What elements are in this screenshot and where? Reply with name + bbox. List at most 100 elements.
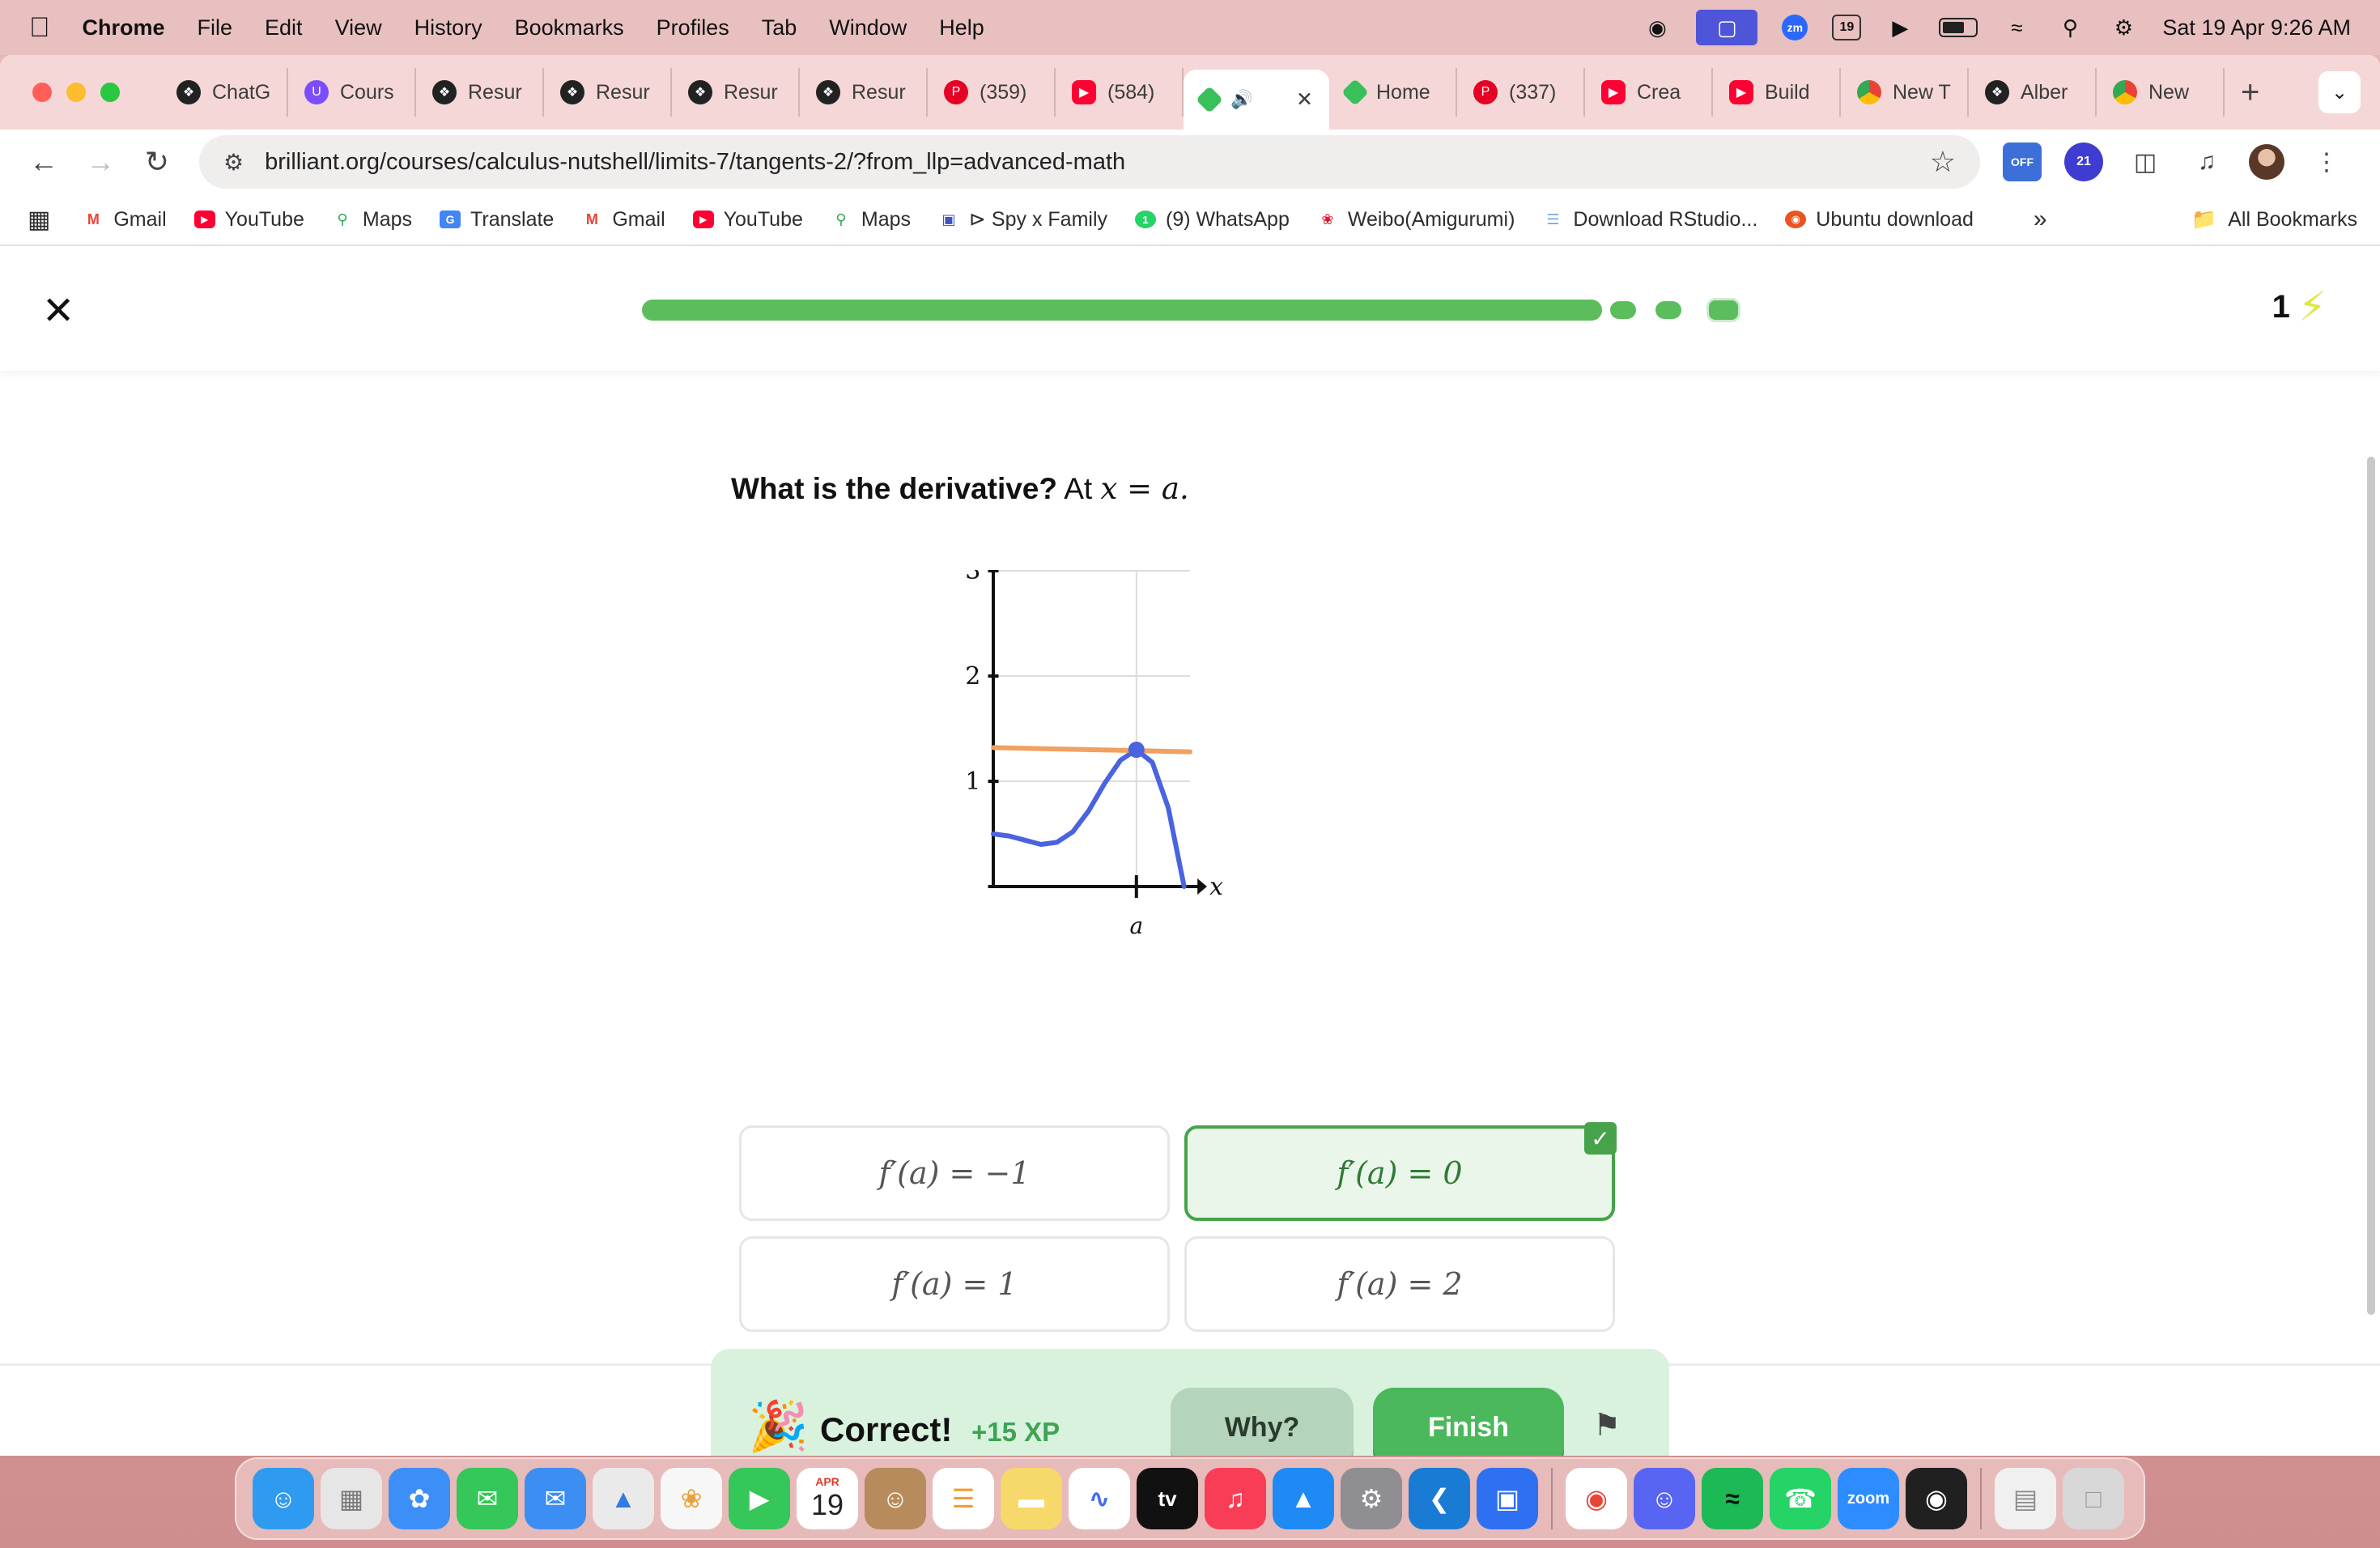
finish-button[interactable]: Finish (1373, 1388, 1564, 1456)
scrollbar[interactable] (2367, 457, 2375, 1315)
bookmark-item[interactable]: ▣ ⊳ Spy x Family (938, 207, 1108, 232)
tab[interactable]: ❖ Resur (800, 68, 928, 117)
tab[interactable]: ▶ Build (1713, 68, 1841, 117)
dock-launchpad-icon[interactable]: ▦ (321, 1468, 382, 1529)
dock-preview-icon[interactable]: ▤ (1995, 1468, 2056, 1529)
dock-reminders-icon[interactable]: ☰ (933, 1468, 994, 1529)
menu-history[interactable]: History (414, 15, 482, 40)
menu-view[interactable]: View (335, 15, 382, 40)
dock-safari-icon[interactable]: ✿ (389, 1468, 450, 1529)
close-lesson-icon[interactable]: ✕ (42, 288, 74, 334)
bookmark-item[interactable]: ▶ YouTube (692, 208, 803, 232)
why-button[interactable]: Why? (1171, 1388, 1354, 1456)
more-menu-icon[interactable]: ⋮ (2307, 142, 2346, 181)
dock-system-settings-icon[interactable]: ⚙ (1341, 1468, 1402, 1529)
all-bookmarks-button[interactable]: 📁 All Bookmarks (2191, 208, 2357, 232)
more-bookmarks-chevron-icon[interactable]: » (2034, 206, 2047, 233)
bookmark-item[interactable]: M Gmail (581, 208, 665, 232)
menu-window[interactable]: Window (829, 15, 907, 40)
tab[interactable]: ❖ Resur (672, 68, 800, 117)
zoom-status-icon[interactable]: zm (1782, 15, 1808, 40)
forward-arrow-icon[interactable]: → (76, 138, 125, 186)
bookmark-item[interactable]: ⚲ Maps (831, 208, 911, 232)
dock-whatsapp-icon[interactable]: ☎ (1770, 1468, 1831, 1529)
tab-search-chevron-icon[interactable]: ⌄ (2318, 71, 2361, 113)
dock-vs-code-icon[interactable]: ❮ (1409, 1468, 1470, 1529)
dock-messages-icon[interactable]: ✉ (457, 1468, 518, 1529)
media-controls-icon[interactable]: ♫ (2187, 142, 2226, 181)
bookmark-item[interactable]: 1 (9) WhatsApp (1135, 208, 1290, 232)
search-icon[interactable]: ⚲ (2055, 15, 2085, 40)
bookmark-item[interactable]: ☰ Download RStudio... (1542, 208, 1757, 232)
menu-bookmarks[interactable]: Bookmarks (515, 15, 624, 40)
dock-maps-icon[interactable]: ▲ (593, 1468, 654, 1529)
bookmark-item[interactable]: ❀ Weibo(Amigurumi) (1317, 208, 1515, 232)
tab[interactable]: P (337) (1457, 68, 1585, 117)
tab[interactable]: ❖ Resur (544, 68, 672, 117)
minimize-window-button[interactable] (66, 83, 86, 102)
flag-icon[interactable]: ⚑ (1593, 1407, 1621, 1444)
bookmark-star-icon[interactable]: ☆ (1930, 145, 1956, 179)
address-bar[interactable]: ⚙ brilliant.org/courses/calculus-nutshel… (199, 135, 1980, 189)
dock-calendar-icon[interactable]: APR 19 (797, 1468, 858, 1529)
tab[interactable]: ❖ ChatG (160, 68, 288, 117)
answer-option[interactable]: f′(a) = 2 (1184, 1236, 1615, 1332)
bookmark-item[interactable]: ◉ Ubuntu download (1785, 208, 1974, 232)
dock-music-icon[interactable]: ♫ (1205, 1468, 1266, 1529)
site-info-icon[interactable]: ⚙ (223, 149, 244, 176)
profile-avatar[interactable] (2249, 144, 2284, 180)
menu-profiles[interactable]: Profiles (657, 15, 729, 40)
tab[interactable]: Home (1329, 68, 1457, 117)
tab[interactable]: New (2097, 68, 2225, 117)
menu-tab[interactable]: Tab (762, 15, 797, 40)
bookmark-item[interactable]: M Gmail (83, 208, 167, 232)
answer-option[interactable]: f′(a) = 1 (739, 1236, 1170, 1332)
tab[interactable]: ▶ Crea (1585, 68, 1713, 117)
tab[interactable]: U Cours (288, 68, 416, 117)
speaker-icon[interactable]: 🔊 (1230, 89, 1252, 110)
tab[interactable]: New T (1841, 68, 1969, 117)
dock-obs-icon[interactable]: ◉ (1906, 1468, 1967, 1529)
battery-icon[interactable] (1939, 18, 1978, 37)
dock-mail-icon[interactable]: ✉ (525, 1468, 586, 1529)
screen-share-icon[interactable]: ▢ (1696, 10, 1758, 45)
dock-photos-icon[interactable]: ❀ (661, 1468, 722, 1529)
dock-facetime-icon[interactable]: ▶ (729, 1468, 790, 1529)
calendar-status-icon[interactable]: 19 (1832, 15, 1862, 40)
answer-option-correct[interactable]: f′(a) = 0 ✓ (1184, 1122, 1617, 1221)
datetime[interactable]: Sat 19 Apr 9:26 AM (2162, 15, 2351, 40)
tab[interactable]: P (359) (928, 68, 1056, 117)
dock-zoom-icon[interactable]: zoom (1838, 1468, 1899, 1529)
play-icon[interactable]: ▶ (1885, 15, 1915, 40)
dock-contacts-icon[interactable]: ☺ (865, 1468, 926, 1529)
back-arrow-icon[interactable]: ← (19, 138, 68, 186)
dock-discord-icon[interactable]: ☺ (1634, 1468, 1695, 1529)
dock-notes-icon[interactable]: ▬ (1001, 1468, 1062, 1529)
close-window-button[interactable] (32, 83, 52, 102)
tab-active[interactable]: 🔊 ✕ (1184, 70, 1329, 130)
new-tab-button[interactable]: + (2241, 74, 2259, 111)
menu-edit[interactable]: Edit (265, 15, 303, 40)
dock-chrome-icon[interactable]: ◉ (1566, 1468, 1627, 1529)
dock-screens-icon[interactable]: ▣ (1477, 1468, 1538, 1529)
aperture-icon[interactable]: ◉ (1643, 15, 1672, 40)
extension-badge-icon[interactable]: 21 (2064, 142, 2103, 181)
dock-freeform-icon[interactable]: ∿ (1069, 1468, 1130, 1529)
apple-icon[interactable]:  (29, 12, 50, 44)
bookmark-item[interactable]: ▶ YouTube (193, 208, 304, 232)
close-tab-icon[interactable]: ✕ (1296, 87, 1313, 112)
dock-app-store-icon[interactable]: ▲ (1273, 1468, 1334, 1529)
apps-grid-icon[interactable]: ▦ (28, 206, 50, 234)
wifi-icon[interactable]: ≈ (2002, 15, 2031, 40)
extension-off-icon[interactable]: OFF (2003, 142, 2042, 181)
dock-tv-icon[interactable]: tv (1137, 1468, 1198, 1529)
zoom-window-button[interactable] (100, 83, 120, 102)
reload-icon[interactable]: ↻ (133, 138, 181, 186)
tab[interactable]: ❖ Alber (1969, 68, 2097, 117)
tab[interactable]: ❖ Resur (416, 68, 544, 117)
menu-file[interactable]: File (198, 15, 233, 40)
dock-trash-icon[interactable]: □ (2063, 1468, 2124, 1529)
tab[interactable]: ▶ (584) (1056, 68, 1184, 117)
control-center-icon[interactable]: ⚙ (2109, 15, 2138, 40)
dock-spotify-icon[interactable]: ≈ (1702, 1468, 1763, 1529)
